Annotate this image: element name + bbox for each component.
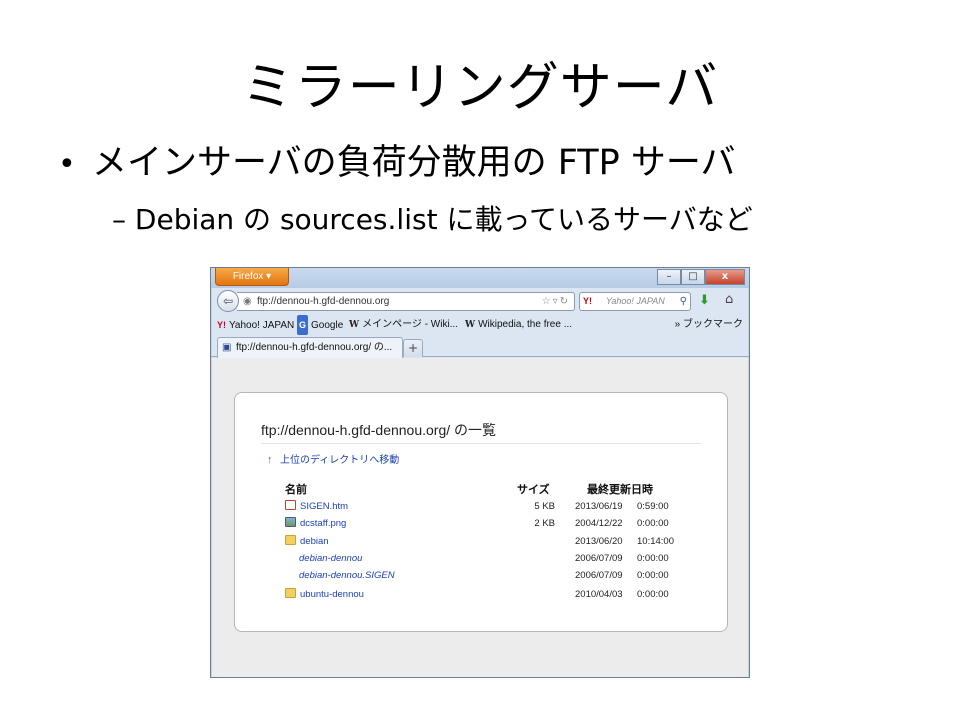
maximize-button[interactable]: □	[681, 269, 705, 285]
table-row: debian-dennou.SIGEN 2006/07/09 0:00:00	[285, 568, 705, 584]
bullet-1-text: メインサーバの負荷分散用の FTP サーバ	[92, 143, 736, 183]
navigation-toolbar: ◉ ftp://dennou-h.gfd-dennou.org ☆▿↻ ⇦ Y!…	[211, 288, 749, 314]
bookmark-wikipedia-en[interactable]: W Wikipedia, the free ...	[465, 315, 572, 335]
home-icon[interactable]: ⌂	[725, 292, 733, 307]
slide-title: ミラーリングサーバ	[241, 58, 719, 118]
header-modified: 最終更新日時	[587, 484, 653, 496]
table-row: debian 2013/06/20 10:14:00	[285, 534, 705, 550]
html-file-icon	[285, 500, 296, 510]
url-bar-icons: ☆▿↻	[542, 293, 570, 310]
table-row: SIGEN.htm 5 KB 2013/06/19 0:59:00	[285, 499, 705, 515]
parent-directory-label: 上位のディレクトリへ移動	[280, 455, 400, 466]
file-size: 2 KB	[534, 518, 555, 529]
page-content: ftp://dennou-h.gfd-dennou.org/ の一覧 ↑ 上位のデ…	[212, 358, 748, 677]
bookmark-label: Google	[311, 320, 344, 331]
search-bar[interactable]: Y! Yahoo! JAPAN ⚲	[579, 292, 691, 311]
yahoo-icon: Y!	[217, 320, 226, 330]
symlink[interactable]: debian-dennou.SIGEN	[299, 568, 395, 584]
download-icon[interactable]: ⬇	[699, 293, 710, 308]
listing-title: ftp://dennou-h.gfd-dennou.org/ の一覧	[261, 421, 701, 444]
file-name: SIGEN.htm	[300, 501, 349, 512]
window-controls: – □ x	[657, 269, 745, 285]
file-date: 2013/06/19	[575, 501, 623, 512]
search-placeholder: Yahoo! JAPAN	[606, 296, 665, 306]
file-date: 2010/04/03	[575, 589, 623, 600]
wikipedia-icon: W	[465, 320, 476, 330]
url-text: ftp://dennou-h.gfd-dennou.org	[257, 296, 390, 307]
page-favicon-icon: ▣	[222, 342, 232, 353]
bookmark-yahoo[interactable]: Y! Yahoo! JAPAN	[217, 315, 294, 336]
file-date: 2006/07/09	[575, 553, 623, 564]
bookmark-label: Wikipedia, the free ...	[478, 319, 573, 330]
file-time: 0:00:00	[637, 589, 669, 600]
table-row: dcstaff.png 2 KB 2004/12/22 0:00:00	[285, 516, 705, 532]
file-size: 5 KB	[534, 501, 555, 512]
bookmark-label: メインページ - Wiki...	[362, 319, 459, 330]
bookmark-google[interactable]: G Google	[297, 315, 343, 336]
tab-title: ftp://dennou-h.gfd-dennou.org/ の...	[236, 342, 393, 353]
bookmark-label: Yahoo! JAPAN	[229, 320, 295, 331]
file-name: debian	[300, 536, 329, 547]
url-bar[interactable]: ◉ ftp://dennou-h.gfd-dennou.org ☆▿↻	[237, 292, 575, 311]
header-size: サイズ	[517, 484, 550, 496]
parent-directory-link[interactable]: ↑ 上位のディレクトリへ移動	[267, 451, 400, 467]
bullet-level-2: – Debian の sources.list に載っているサーバなど	[112, 203, 753, 236]
back-button[interactable]: ⇦	[217, 290, 239, 312]
folder-link[interactable]: ubuntu-dennou	[285, 587, 364, 603]
directory-listing-card: ftp://dennou-h.gfd-dennou.org/ の一覧 ↑ 上位のデ…	[234, 392, 728, 632]
firefox-menu-button[interactable]: Firefox ▾	[215, 268, 289, 286]
bookmarks-menu-button[interactable]: » ブックマーク	[675, 315, 743, 335]
file-date: 2013/06/20	[575, 536, 623, 547]
yahoo-search-engine-icon[interactable]: Y!	[583, 293, 592, 310]
file-time: 10:14:00	[637, 536, 674, 547]
reload-icon[interactable]: ↻	[560, 296, 570, 307]
search-icon[interactable]: ⚲	[680, 293, 687, 310]
table-row: debian-dennou 2006/07/09 0:00:00	[285, 551, 705, 567]
symlink[interactable]: debian-dennou	[299, 551, 362, 567]
close-button[interactable]: x	[705, 269, 745, 285]
file-time: 0:00:00	[637, 570, 669, 581]
browser-window: Firefox ▾ – □ x ◉ ftp://dennou-h.gfd-den…	[210, 267, 750, 678]
file-date: 2006/07/09	[575, 570, 623, 581]
folder-icon	[285, 588, 296, 598]
tab-ftp-listing[interactable]: ▣ ftp://dennou-h.gfd-dennou.org/ の...	[217, 337, 403, 358]
bullet-dot: •	[58, 147, 76, 182]
bookmark-wikipedia-ja[interactable]: W メインページ - Wiki...	[349, 315, 458, 335]
folder-icon	[285, 535, 296, 545]
file-name: dcstaff.png	[300, 518, 347, 529]
file-date: 2004/12/22	[575, 518, 623, 529]
header-name: 名前	[285, 484, 307, 496]
globe-icon: ◉	[243, 296, 252, 307]
back-arrow-icon: ⇦	[222, 294, 234, 308]
new-tab-button[interactable]: +	[403, 339, 423, 357]
file-time: 0:59:00	[637, 501, 669, 512]
bullet-level-1: • メインサーバの負荷分散用の FTP サーバ	[58, 140, 736, 188]
file-link[interactable]: SIGEN.htm	[285, 499, 348, 515]
dropdown-arrow-icon[interactable]: ▿	[553, 296, 560, 307]
up-arrow-icon: ↑	[267, 454, 273, 466]
minimize-button[interactable]: –	[657, 269, 681, 285]
google-icon: G	[297, 315, 309, 335]
star-icon[interactable]: ☆	[542, 296, 553, 307]
file-time: 0:00:00	[637, 553, 669, 564]
table-row: ubuntu-dennou 2010/04/03 0:00:00	[285, 587, 705, 603]
file-name: ubuntu-dennou	[300, 589, 364, 600]
wikipedia-icon: W	[349, 320, 360, 330]
folder-link[interactable]: debian	[285, 534, 329, 550]
bookmarks-toolbar: Y! Yahoo! JAPAN G Google W メインページ - Wiki...…	[211, 315, 749, 335]
image-file-icon	[285, 517, 296, 527]
title-bar: Firefox ▾ – □ x	[211, 268, 749, 288]
tab-strip: ▣ ftp://dennou-h.gfd-dennou.org/ の... +	[211, 335, 749, 358]
file-link[interactable]: dcstaff.png	[285, 516, 346, 532]
file-time: 0:00:00	[637, 518, 669, 529]
